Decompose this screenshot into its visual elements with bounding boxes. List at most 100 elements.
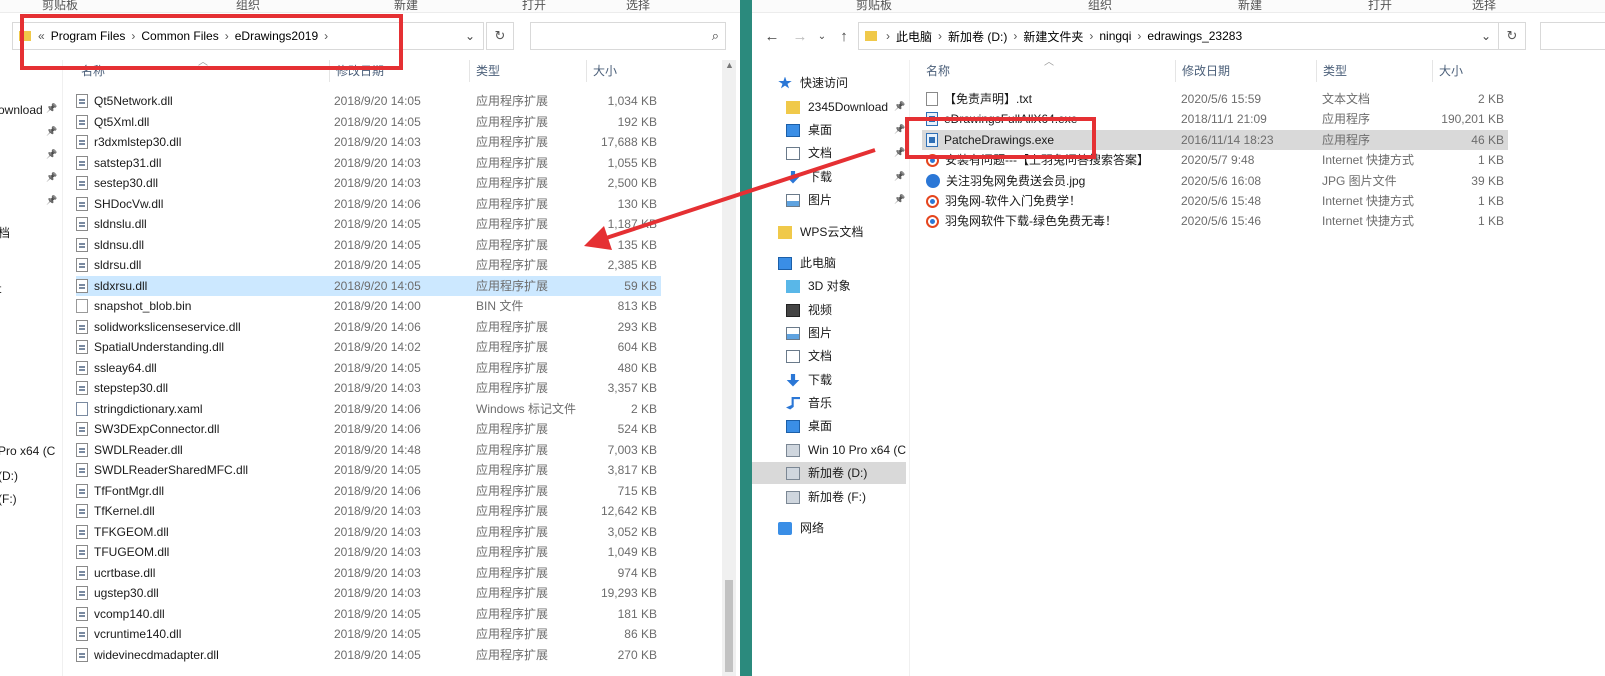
table-row[interactable]: 羽兔网软件下载-绿色免费无毒！ 2020/5/6 15:46 Internet 快捷…	[922, 211, 1508, 231]
file-name-cell[interactable]: sldxrsu.dll	[76, 276, 326, 296]
pin-icon[interactable]: 📌	[46, 126, 57, 137]
ribbon-organize[interactable]: 组织	[236, 0, 260, 13]
scrollbar-thumb[interactable]	[725, 580, 733, 672]
column-header-type[interactable]: 类型	[1316, 60, 1432, 82]
table-row[interactable]: sestep30.dll 2018/9/20 14:03 应用程序扩展 2,500 K…	[76, 173, 661, 193]
table-row[interactable]: vcomp140.dll 2018/9/20 14:05 应用程序扩展 181 KB	[76, 604, 661, 624]
column-header-type[interactable]: 类型	[469, 60, 586, 82]
column-header-name[interactable]: 名称	[920, 60, 1175, 82]
table-row[interactable]: ssleay64.dll 2018/9/20 14:05 应用程序扩展 480 KB	[76, 358, 661, 378]
refresh-button[interactable]: ↻	[486, 22, 514, 50]
ribbon-clipboard[interactable]: 剪贴板	[42, 0, 78, 13]
file-name-cell[interactable]: sldnsu.dll	[76, 235, 326, 255]
nav-item[interactable]: 下载	[752, 369, 906, 391]
pin-icon[interactable]: 📌	[894, 171, 905, 182]
file-name-cell[interactable]: PatcheDrawings.exe	[926, 130, 1176, 150]
table-row[interactable]: PatcheDrawings.exe 2016/11/14 18:23 应用程序 46…	[922, 129, 1508, 150]
pin-icon[interactable]: 📌	[46, 172, 57, 183]
table-row[interactable]: TFKGEOM.dll 2018/9/20 14:03 应用程序扩展 3,052 KB	[76, 522, 661, 542]
table-row[interactable]: solidworkslicenseservice.dll 2018/9/20 14…	[76, 317, 661, 337]
file-name-cell[interactable]: eDrawingsFullAllX64.exe	[926, 109, 1176, 129]
column-header-date[interactable]: 修改日期	[329, 60, 469, 82]
file-name-cell[interactable]: SHDocVw.dll	[76, 194, 326, 214]
file-name-cell[interactable]: 羽兔网-软件入门免费学！	[926, 191, 1176, 211]
column-header-name[interactable]: 名称	[75, 60, 329, 82]
ribbon-select[interactable]: 选择	[626, 0, 650, 13]
table-row[interactable]: sldrsu.dll 2018/9/20 14:05 应用程序扩展 2,385 KB	[76, 255, 661, 275]
table-row[interactable]: 羽兔网-软件入门免费学！ 2020/5/6 15:48 Internet 快捷方式 1…	[922, 191, 1508, 211]
nav-item[interactable]: (D:)	[0, 465, 58, 487]
column-header-date[interactable]: 修改日期	[1175, 60, 1316, 82]
file-name-cell[interactable]: Qt5Network.dll	[76, 91, 326, 111]
up-button[interactable]: ↑	[834, 26, 854, 46]
nav-item[interactable]: Win 10 Pro x64 (C	[752, 439, 906, 461]
address-bar[interactable]: « Program Files › Common Files › eDrawin…	[12, 22, 484, 50]
pin-icon[interactable]: 📌	[894, 101, 905, 112]
file-name-cell[interactable]: SWDLReaderSharedMFC.dll	[76, 460, 326, 480]
breadcrumb-edrawings2019[interactable]: eDrawings2019	[230, 29, 323, 43]
breadcrumb-new-folder[interactable]: 新建文件夹	[1018, 28, 1088, 45]
table-row[interactable]: r3dxmlstep30.dll 2018/9/20 14:03 应用程序扩展 17,…	[76, 132, 661, 152]
nav-item[interactable]: 图片	[752, 189, 906, 211]
breadcrumb-drive-d[interactable]: 新加卷 (D:)	[943, 28, 1012, 45]
nav-item[interactable]: 新加卷 (D:)	[752, 462, 906, 484]
file-name-cell[interactable]: 【免责声明】.txt	[926, 89, 1176, 109]
ribbon-clipboard[interactable]: 剪贴板	[856, 0, 892, 13]
table-row[interactable]: TfKernel.dll 2018/9/20 14:03 应用程序扩展 12,642 …	[76, 501, 661, 521]
file-name-cell[interactable]: r3dxmlstep30.dll	[76, 132, 326, 152]
recent-locations-button[interactable]: ⌄	[812, 26, 832, 46]
nav-item[interactable]: 2345Download	[752, 96, 906, 118]
table-row[interactable]: snapshot_blob.bin 2018/9/20 14:00 BIN 文件 81…	[76, 296, 661, 316]
file-name-cell[interactable]: ssleay64.dll	[76, 358, 326, 378]
table-row[interactable]: Qt5Xml.dll 2018/9/20 14:05 应用程序扩展 192 KB	[76, 112, 661, 132]
table-row[interactable]: sldnslu.dll 2018/9/20 14:05 应用程序扩展 1,187 KB	[76, 214, 661, 234]
address-bar[interactable]: › 此电脑 › 新加卷 (D:) › 新建文件夹 › ningqi › edra…	[858, 22, 1500, 50]
file-name-cell[interactable]: 关注羽兔网免费送会员.jpg	[926, 171, 1176, 191]
file-name-cell[interactable]: 安装有问题---【上羽兔问答搜索答案】	[926, 150, 1176, 170]
refresh-button[interactable]: ↻	[1498, 22, 1526, 50]
table-row[interactable]: stepstep30.dll 2018/9/20 14:03 应用程序扩展 3,357…	[76, 378, 661, 398]
pin-icon[interactable]: 📌	[894, 147, 905, 158]
table-row[interactable]: SW3DExpConnector.dll 2018/9/20 14:06 应用程序扩…	[76, 419, 661, 439]
file-name-cell[interactable]: stepstep30.dll	[76, 378, 326, 398]
file-name-cell[interactable]: TfKernel.dll	[76, 501, 326, 521]
nav-splitter[interactable]	[909, 60, 910, 676]
table-row[interactable]: TfFontMgr.dll 2018/9/20 14:06 应用程序扩展 715 KB	[76, 481, 661, 501]
file-name-cell[interactable]: ucrtbase.dll	[76, 563, 326, 583]
table-row[interactable]: stringdictionary.xaml 2018/9/20 14:06 Wind…	[76, 399, 661, 419]
breadcrumb-program-files[interactable]: Program Files	[46, 29, 131, 43]
nav-item[interactable]	[0, 253, 58, 275]
nav-item[interactable]: 文档	[752, 345, 906, 367]
nav-item[interactable]: 网络	[752, 517, 906, 539]
table-row[interactable]: sldnsu.dll 2018/9/20 14:05 应用程序扩展 135 KB	[76, 235, 661, 255]
chevron-right-icon[interactable]: ›	[323, 29, 329, 43]
breadcrumb-common-files[interactable]: Common Files	[136, 29, 223, 43]
nav-item[interactable]: t	[0, 278, 58, 300]
breadcrumb-ningqi[interactable]: ningqi	[1094, 29, 1136, 43]
file-name-cell[interactable]: vcruntime140.dll	[76, 624, 326, 644]
file-name-cell[interactable]: TfFontMgr.dll	[76, 481, 326, 501]
file-name-cell[interactable]: sestep30.dll	[76, 173, 326, 193]
table-row[interactable]: SHDocVw.dll 2018/9/20 14:06 应用程序扩展 130 KB	[76, 194, 661, 214]
ribbon-open[interactable]: 打开	[522, 0, 546, 13]
nav-item[interactable]: (F:)	[0, 488, 58, 510]
vertical-scrollbar[interactable]: ▲	[722, 60, 736, 676]
pin-icon[interactable]: 📌	[894, 194, 905, 205]
nav-item[interactable]: 视频	[752, 299, 906, 321]
table-row[interactable]: ucrtbase.dll 2018/9/20 14:03 应用程序扩展 974 KB	[76, 563, 661, 583]
file-name-cell[interactable]: SpatialUnderstanding.dll	[76, 337, 326, 357]
table-row[interactable]: satstep31.dll 2018/9/20 14:03 应用程序扩展 1,055 …	[76, 153, 661, 173]
ribbon-new[interactable]: 新建	[394, 0, 418, 13]
file-name-cell[interactable]: solidworkslicenseservice.dll	[76, 317, 326, 337]
file-name-cell[interactable]: SW3DExpConnector.dll	[76, 419, 326, 439]
nav-item[interactable]: Pro x64 (C	[0, 440, 58, 462]
nav-item[interactable]: 图片	[752, 322, 906, 344]
table-row[interactable]: 【免责声明】.txt 2020/5/6 15:59 文本文档 2 KB	[922, 89, 1508, 109]
column-header-size[interactable]: 大小	[1432, 60, 1510, 82]
scroll-up-arrow-icon[interactable]: ▲	[725, 60, 734, 70]
ribbon-organize[interactable]: 组织	[1088, 0, 1112, 13]
file-name-cell[interactable]: sldrsu.dll	[76, 255, 326, 275]
ribbon-new[interactable]: 新建	[1238, 0, 1262, 13]
nav-item[interactable]: WPS云文档	[752, 221, 906, 243]
table-row[interactable]: ugstep30.dll 2018/9/20 14:03 应用程序扩展 19,293 …	[76, 583, 661, 603]
